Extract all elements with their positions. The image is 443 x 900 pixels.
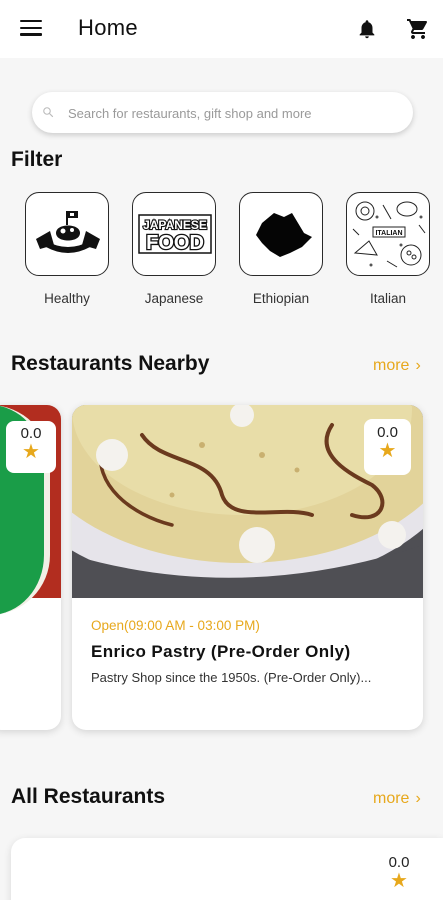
star-icon: ★ [22,441,40,463]
chevron-right-icon: › [415,790,421,807]
rating-badge: 0.0 ★ [364,419,411,475]
category-label: Italian [369,291,407,306]
search-bar[interactable] [32,92,413,133]
healthy-logo [25,192,109,276]
category-label: Ethiopian [252,291,310,306]
chevron-right-icon: › [415,357,421,374]
rating-badge: 0.0 ★ [6,421,56,473]
restaurant-card-partial[interactable]: 0.0 ★ [0,405,61,730]
category-healthy[interactable]: Healthy [25,192,109,306]
italian-food-sketch: ITALIAN [346,192,430,276]
restaurant-name: Enrico Pastry (Pre-Order Only) [91,642,351,661]
all-restaurants-heading: All Restaurants [11,785,166,808]
nearby-more-link[interactable]: more › [373,357,421,375]
italian-logo-text: ITALIAN [375,230,402,237]
search-icon [43,107,54,118]
ethiopia-map-icon [239,192,323,276]
japanese-logo-line-1: JAPANESE [143,218,207,232]
category-label: Healthy [44,291,90,306]
category-label: Japanese [144,291,204,306]
japanese-logo-line-2: FOOD [146,232,204,254]
star-icon: ★ [390,870,408,892]
restaurant-description: Pastry Shop since the 1950s. (Pre-Order … [91,670,372,685]
category-italian[interactable]: ITALIAN Italian [346,192,430,306]
restaurants-nearby-heading: Restaurants Nearby [11,352,210,375]
restaurant-card[interactable]: 0.0 ★ Open(09:00 AM - 03:00 PM) Enrico P… [72,405,423,730]
category-japanese[interactable]: JAPANESE FOOD Japanese [132,192,216,306]
filter-heading: Filter [11,148,63,171]
star-icon: ★ [378,440,397,462]
app-bar: Home [0,0,443,58]
rating-value: 0.0 [20,425,42,442]
opening-hours: Open(09:00 AM - 03:00 PM) [91,618,260,633]
rating-badge: 0.0 ★ [377,854,421,900]
more-label: more [373,357,410,374]
restaurant-card[interactable]: 0.0 ★ [11,838,443,900]
more-label: more [373,790,410,807]
rating-value: 0.0 [388,854,410,871]
hamburger-menu-icon[interactable] [20,20,42,38]
rating-value: 0.0 [377,424,398,441]
page-title: Home [78,15,138,40]
all-restaurants-more-link[interactable]: more › [373,790,421,808]
bell-icon[interactable] [356,17,378,41]
search-input[interactable] [68,103,398,123]
japanese-food-logo: JAPANESE FOOD [132,192,216,276]
shopping-cart-icon[interactable] [406,17,430,41]
category-ethiopian[interactable]: Ethiopian [239,192,323,306]
